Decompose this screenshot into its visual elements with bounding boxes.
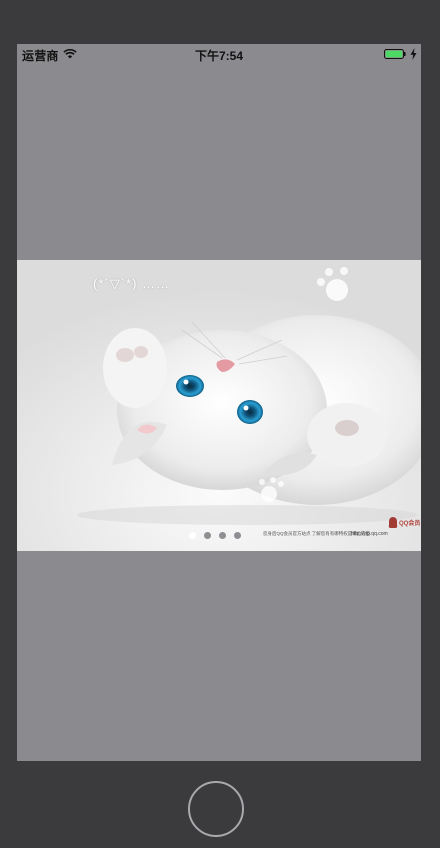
status-time: 下午7:54	[194, 49, 244, 63]
watermark-logo-text: QQ会员	[399, 521, 421, 527]
page-dot-2[interactable]	[204, 532, 211, 539]
phone-device: 运营商 下午7:54 (*´▽`*) …… 您身后QQ会员官方站点 了解您有有哪…	[0, 0, 440, 848]
screen: 运营商 下午7:54 (*´▽`*) …… 您身后QQ会员官方站点 了解您有有哪…	[17, 44, 421, 761]
kaomoji-caption: (*´▽`*) ……	[93, 276, 171, 291]
charging-bolt-icon	[410, 48, 417, 60]
page-dot-3[interactable]	[219, 532, 226, 539]
battery-icon	[384, 49, 406, 59]
image-carousel[interactable]: (*´▽`*) …… 您身后QQ会员官方站点 了解您有有哪特权是哪位这些 htt…	[17, 260, 421, 551]
page-dot-1[interactable]	[189, 532, 196, 539]
status-bar: 运营商 下午7:54	[17, 44, 421, 64]
watermark-url: http://vip.qq.com	[351, 531, 388, 537]
page-control[interactable]	[189, 532, 241, 542]
kitten-photo	[17, 260, 421, 551]
home-button[interactable]	[188, 781, 244, 837]
page-dot-4[interactable]	[234, 532, 241, 539]
